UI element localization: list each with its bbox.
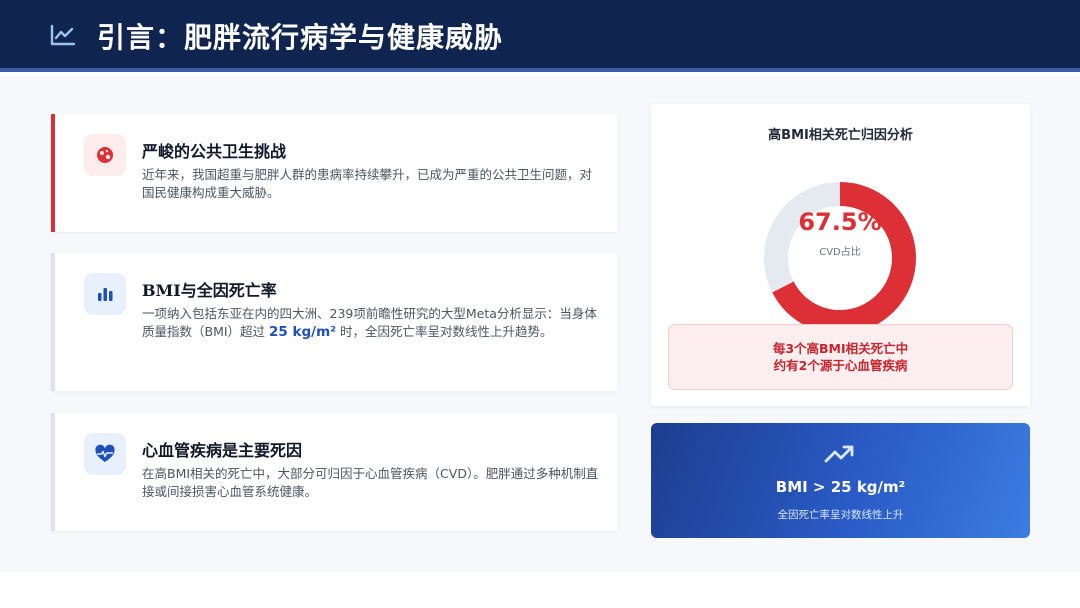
card-icon-box: [84, 433, 126, 475]
page-title: 引言：肥胖流行病学与健康威胁: [97, 21, 504, 54]
donut-center-label: CVD占比: [819, 247, 861, 258]
card-icon-box: [84, 273, 126, 315]
bar-chart-icon: [98, 288, 113, 301]
stat-caption: 全因死亡率呈对数线性上升: [777, 509, 904, 521]
bmi-threshold-highlight: 25 kg/m²: [269, 324, 337, 340]
card-title: BMI与全因死亡率: [142, 281, 277, 300]
callout-line: 每3个高BMI相关死亡中: [772, 341, 909, 356]
donut-center-value: 67.5%: [798, 208, 882, 236]
header-bar: 引言：肥胖流行病学与健康威胁: [0, 0, 1080, 72]
globe-virus-icon: [97, 147, 113, 163]
trend-up-icon: [824, 445, 854, 463]
donut-chart: [764, 182, 916, 334]
callout-line: 约有2个源于心血管疾病: [773, 358, 908, 373]
footer-strip: [0, 572, 1080, 608]
card-title: 心血管疾病是主要死因: [142, 441, 303, 460]
card-icon-box: [84, 134, 126, 176]
card-bmi-mortality: BMI与全因死亡率 一项纳入包括东亚在内的四大洲、239项前瞻性研究的大型Met…: [51, 253, 617, 391]
cvd-ratio-callout: 每3个高BMI相关死亡中 约有2个源于心血管疾病: [668, 324, 1013, 390]
card-cvd-cause: 心血管疾病是主要死因 在高BMI相关的死亡中，大部分可归因于心血管疾病（CVD）…: [51, 413, 617, 531]
bmi-threshold-panel: BMI > 25 kg/m² 全因死亡率呈对数线性上升: [651, 423, 1030, 538]
card-public-health: 严峻的公共卫生挑战 近年来，我国超重与肥胖人群的患病率持续攀升，已成为严重的公共…: [51, 114, 617, 232]
stat-value: BMI > 25 kg/m²: [775, 478, 906, 496]
card-body: 近年来，我国超重与肥胖人群的患病率持续攀升，已成为严重的公共卫生问题，对国民健康…: [142, 167, 593, 200]
card-body: 一项纳入包括东亚在内的四大洲、239项前瞻性研究的大型Meta分析显示：当身体质…: [142, 305, 604, 341]
card-body: 在高BMI相关的死亡中，大部分可归因于心血管疾病（CVD）。肥胖通过多种机制直接…: [142, 466, 599, 499]
cvd-attribution-panel: 高BMI相关死亡归因分析 67.5% CVD占比 每3个高BMI相关死亡中 约有…: [651, 104, 1030, 406]
chart-title: 高BMI相关死亡归因分析: [768, 128, 913, 143]
heartbeat-icon: [95, 444, 115, 462]
card-body-text: 时，全因死亡率呈对数线性上升趋势。: [336, 324, 553, 339]
line-chart-icon: [50, 24, 76, 46]
card-title: 严峻的公共卫生挑战: [142, 142, 287, 161]
